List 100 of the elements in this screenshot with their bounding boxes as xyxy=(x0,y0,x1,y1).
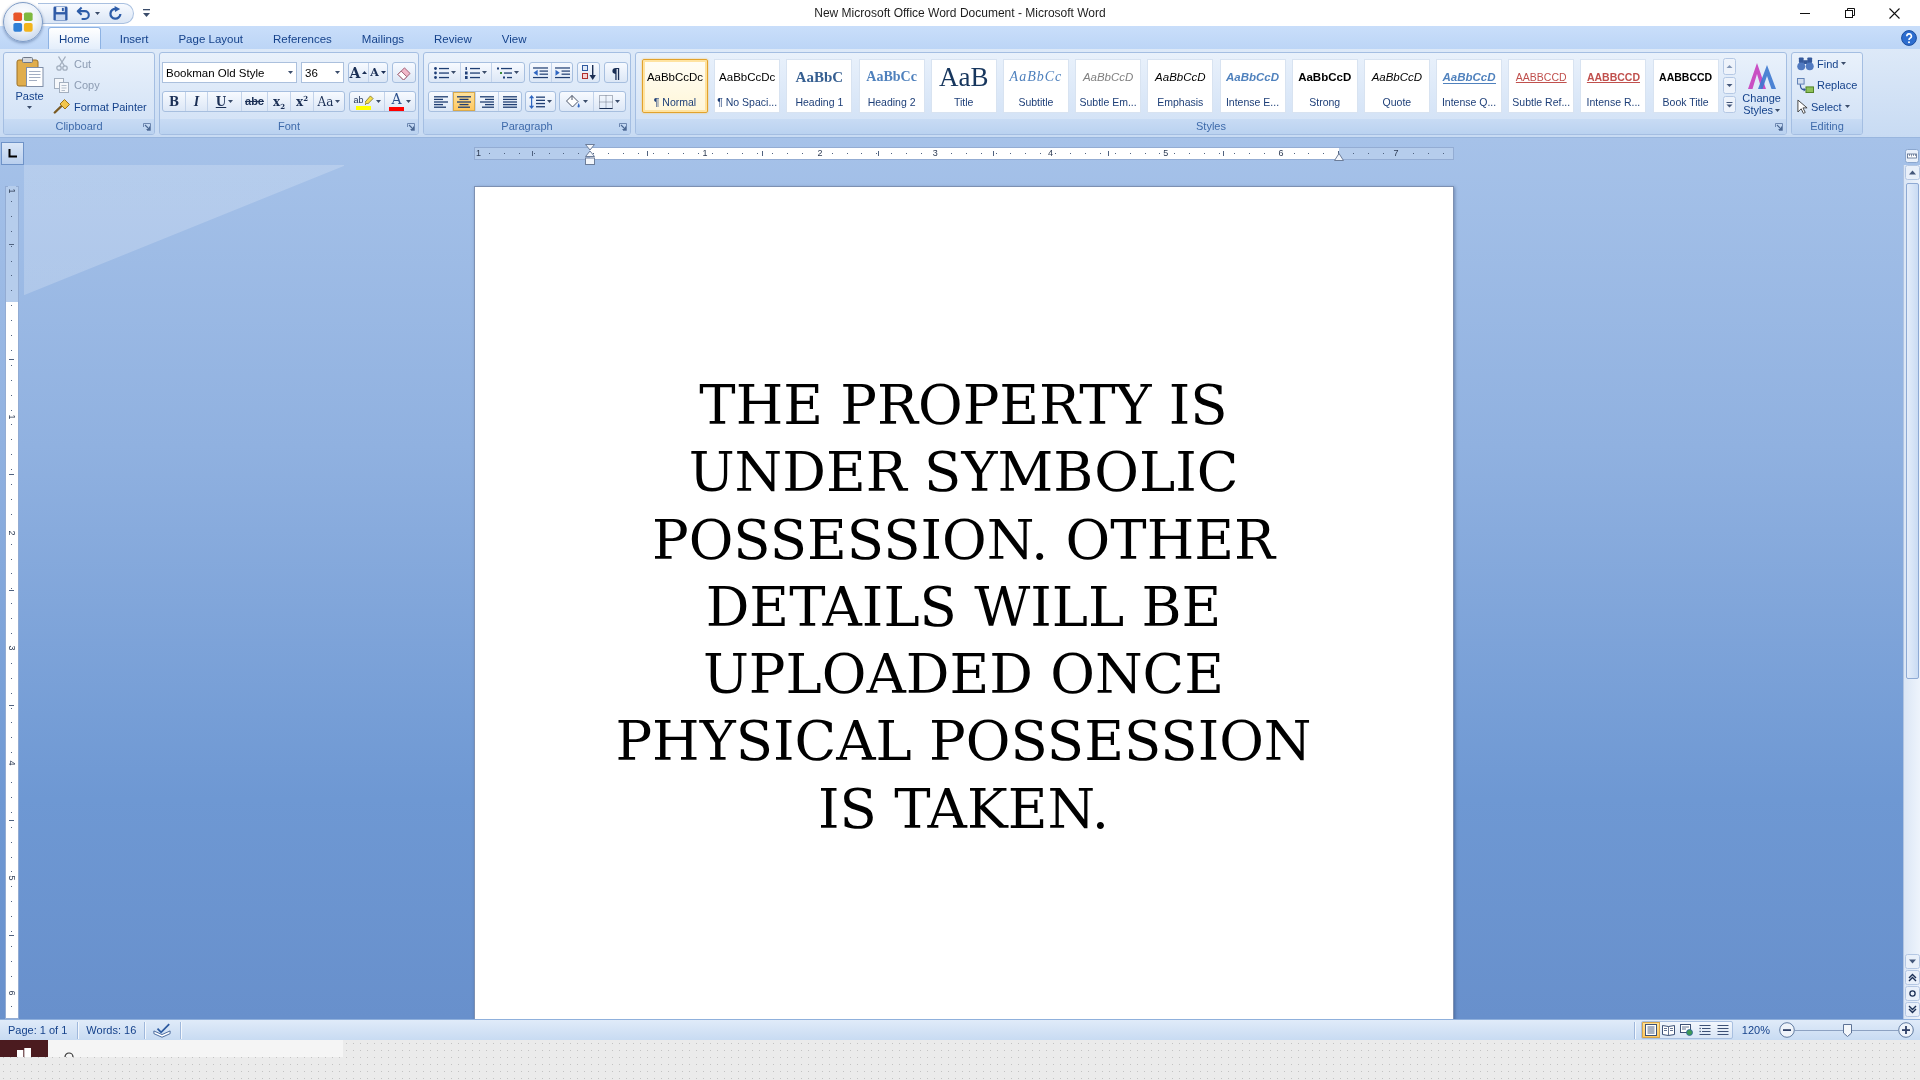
style-gallery-item[interactable]: AaBbCcDc ¶ No Spaci... xyxy=(714,59,781,113)
start-button[interactable] xyxy=(0,1040,48,1057)
browse-object-icon[interactable] xyxy=(1904,986,1920,1001)
zoom-in-icon[interactable] xyxy=(1898,1022,1914,1038)
search-field[interactable] xyxy=(48,1040,343,1057)
font-name-field[interactable]: Bookman Old Style xyxy=(162,62,297,83)
indent-marker-icon[interactable] xyxy=(1333,153,1344,161)
change-case-button[interactable]: Aa xyxy=(313,92,344,111)
sort-button[interactable] xyxy=(577,62,600,83)
binoculars-icon xyxy=(1797,56,1814,71)
caret-icon xyxy=(95,11,100,15)
style-gallery-item[interactable]: AABBCCD Book Title xyxy=(1652,59,1719,113)
ribbon-tab[interactable]: Insert xyxy=(108,27,160,49)
center-button[interactable] xyxy=(452,92,475,111)
caret-icon xyxy=(27,106,32,109)
increase-indent-button[interactable] xyxy=(551,63,572,82)
style-gallery-item[interactable]: AaBbCcD Emphasis xyxy=(1147,59,1214,113)
clipboard-icon xyxy=(15,57,44,87)
caret-icon xyxy=(335,100,341,103)
undo-icon[interactable] xyxy=(76,6,91,20)
caret-icon xyxy=(334,71,340,74)
underline-button[interactable]: U xyxy=(207,92,241,111)
ribbon-tab[interactable]: Home xyxy=(48,27,101,49)
show-marks-button[interactable]: ¶ xyxy=(604,62,628,83)
style-gallery-item[interactable]: AaBbCcD Subtle Em... xyxy=(1075,59,1142,113)
style-preview: AaBbCc xyxy=(866,69,917,85)
ribbon-tab[interactable]: View xyxy=(490,27,538,49)
scroll-down-icon[interactable] xyxy=(1722,77,1736,94)
view-button[interactable] xyxy=(1641,1022,1660,1038)
dialog-launcher-icon[interactable] xyxy=(619,122,627,131)
view-button[interactable] xyxy=(1659,1022,1678,1038)
customize-menu-icon[interactable] xyxy=(143,9,150,17)
style-gallery-item[interactable]: AaB Title xyxy=(930,59,997,113)
style-gallery-item[interactable]: AaBbCcD Quote xyxy=(1363,59,1430,113)
help-icon[interactable] xyxy=(1901,29,1917,46)
caret-icon xyxy=(1841,62,1847,66)
subscript-button[interactable]: x$_{2}$ xyxy=(267,92,290,111)
ruler-number: 2 xyxy=(816,148,825,159)
style-gallery-item[interactable]: AaBbCcD Intense E... xyxy=(1219,59,1286,113)
font-size-field[interactable]: 36 xyxy=(301,62,344,83)
superscript-button[interactable]: x$^{2}$ xyxy=(290,92,313,111)
restore-icon[interactable] xyxy=(1844,8,1855,18)
paste-button[interactable]: Paste xyxy=(8,53,51,117)
text-lines-icon xyxy=(1716,1024,1729,1036)
slider-thumb[interactable] xyxy=(1843,1023,1852,1037)
italic-button[interactable]: I xyxy=(185,92,207,111)
minimize-icon[interactable] xyxy=(1799,12,1810,14)
style-gallery-item[interactable]: AaBbC Heading 1 xyxy=(786,59,853,113)
find-button[interactable]: Find xyxy=(1795,53,1858,75)
dialog-launcher-icon[interactable] xyxy=(407,122,415,131)
style-gallery-item[interactable]: AABBCCD Subtle Ref... xyxy=(1508,59,1575,113)
close-icon[interactable] xyxy=(1889,7,1900,19)
clear-formatting-button[interactable] xyxy=(392,62,416,83)
zoom-out-icon[interactable] xyxy=(1779,1022,1795,1038)
zoom-slider[interactable] xyxy=(1795,1022,1898,1038)
scroll-down-icon[interactable] xyxy=(1904,954,1920,969)
style-gallery-item[interactable]: AaBbCc Subtitle xyxy=(1002,59,1069,113)
next-page-icon[interactable] xyxy=(1904,1002,1920,1017)
ruler-number: 4 xyxy=(1046,148,1055,159)
more-options-icon[interactable] xyxy=(1722,96,1736,113)
border-grid-icon xyxy=(599,94,613,109)
ruler-icon[interactable] xyxy=(1904,149,1919,163)
highlight-button[interactable]: ab xyxy=(350,92,384,111)
scroll-thumb[interactable] xyxy=(1905,183,1919,679)
select-button[interactable]: Select xyxy=(1795,96,1858,118)
dialog-launcher-icon[interactable] xyxy=(143,122,151,131)
ribbon-tab[interactable]: Review xyxy=(423,27,483,49)
replace-button[interactable]: Replace xyxy=(1795,74,1858,96)
style-gallery-item[interactable]: AaBbCcD Strong xyxy=(1291,59,1358,113)
tab-selector-button[interactable] xyxy=(1,142,24,165)
redo-icon[interactable] xyxy=(108,5,123,21)
style-preview: AaBbCcDc xyxy=(646,71,704,83)
book-check-icon[interactable] xyxy=(153,1022,172,1038)
style-gallery-item[interactable]: AABBCCD Intense R... xyxy=(1580,59,1647,113)
style-gallery-item[interactable]: AaBbCcD Intense Q... xyxy=(1436,59,1503,113)
format-painter-button[interactable]: Format Painter xyxy=(53,96,150,118)
grow-font-button[interactable]: A xyxy=(349,63,368,82)
previous-page-icon[interactable] xyxy=(1904,970,1920,985)
caret-icon xyxy=(482,71,487,74)
style-gallery-item[interactable]: AaBbCc Heading 2 xyxy=(858,59,925,113)
dialog-launcher-icon[interactable] xyxy=(1775,122,1783,131)
scroll-up-icon[interactable] xyxy=(1904,165,1920,180)
ribbon-tab[interactable]: References xyxy=(262,27,343,49)
font-color-button[interactable]: A xyxy=(384,92,415,111)
change-styles-button[interactable]: Change Styles xyxy=(1738,59,1785,119)
strikethrough-button[interactable]: abc xyxy=(241,92,267,111)
shrink-font-button[interactable]: A xyxy=(368,63,387,82)
bold-button[interactable]: B xyxy=(163,92,185,111)
caret-icon xyxy=(514,71,519,74)
bullet-list-icon xyxy=(433,66,449,79)
search-icon xyxy=(64,1052,74,1057)
style-gallery-item[interactable]: AaBbCcDc ¶ Normal xyxy=(642,59,708,113)
zoom-level-button[interactable]: 120% xyxy=(1741,1024,1770,1036)
ribbon-tab[interactable]: Mailings xyxy=(350,27,416,49)
ribbon-tab[interactable]: Page Layout xyxy=(167,27,255,49)
indent-marker-icon[interactable] xyxy=(584,144,595,165)
indent-icon xyxy=(554,66,570,79)
line-spacing-button[interactable] xyxy=(525,91,556,112)
view-button[interactable] xyxy=(1677,1022,1696,1038)
down-triangle-icon xyxy=(380,71,386,74)
